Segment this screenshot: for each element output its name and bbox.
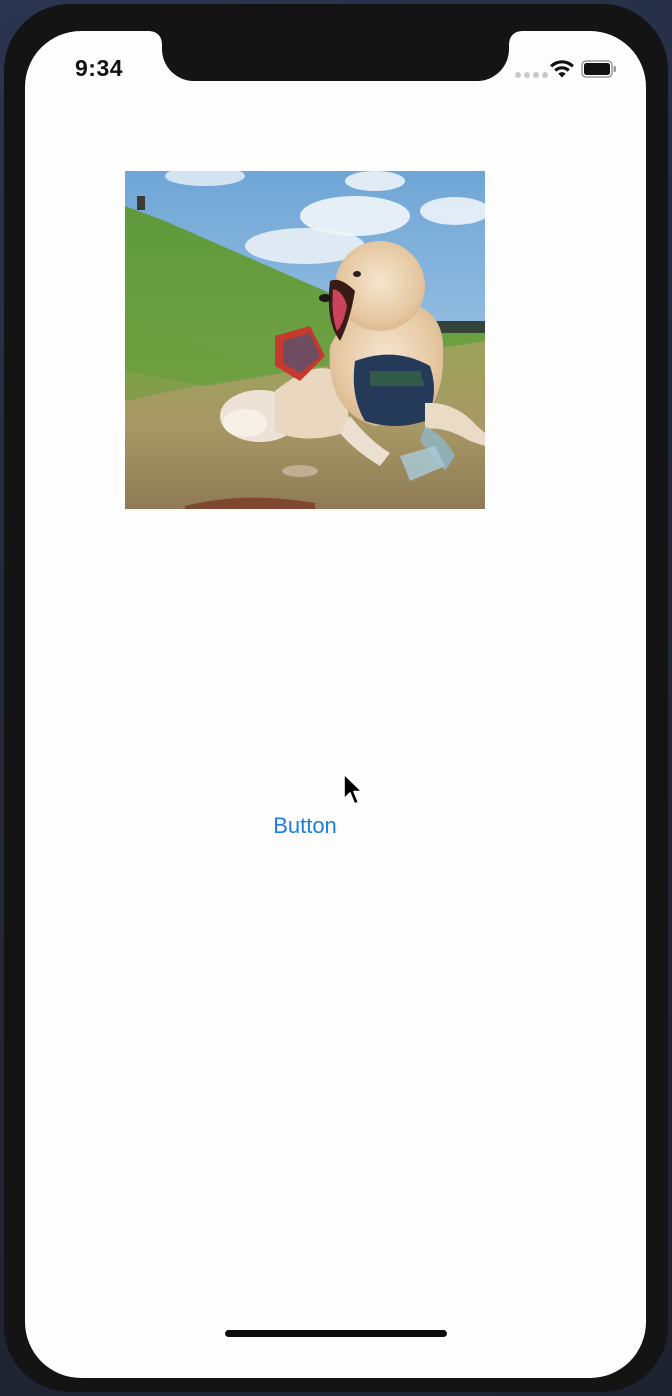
iphone-device-frame: 9:34 Button xyxy=(4,4,668,1392)
status-bar-time: 9:34 xyxy=(75,55,124,81)
home-indicator-bar[interactable] xyxy=(225,1330,447,1337)
mouse-pointer-icon xyxy=(343,773,363,805)
wifi-icon xyxy=(550,60,574,78)
cellular-signal-icon xyxy=(515,71,549,79)
battery-icon xyxy=(581,60,616,78)
dog-photo xyxy=(125,171,485,509)
device-notch xyxy=(150,31,521,81)
main-button[interactable]: Button xyxy=(255,811,355,841)
phone-screen: 9:34 Button xyxy=(25,31,646,1378)
